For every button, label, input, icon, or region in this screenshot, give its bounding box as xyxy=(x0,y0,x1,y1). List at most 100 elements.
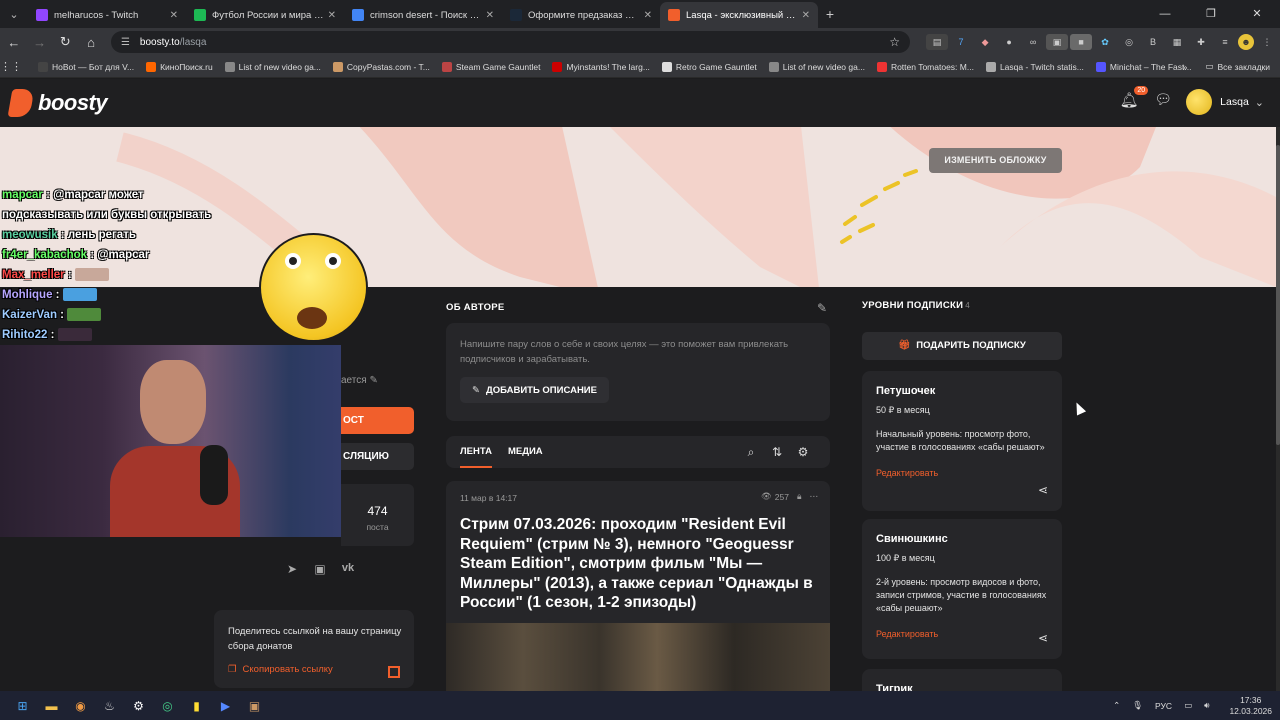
app-icon[interactable]: ▶ xyxy=(211,694,240,718)
tab-feed[interactable]: ЛЕНТА xyxy=(460,436,492,468)
tier-edit-link[interactable]: Редактировать xyxy=(876,468,1048,478)
messages-icon[interactable]: 💬︎ xyxy=(1152,91,1174,113)
tray-expand-icon[interactable]: ⌃ xyxy=(1113,700,1120,711)
bookmark-item[interactable]: HoBot — Бот для V... xyxy=(38,61,134,72)
all-bookmarks[interactable]: Все закладки xyxy=(1217,62,1270,72)
site-info-icon[interactable]: ☰ xyxy=(121,37,130,48)
browser-tab[interactable]: crimson desert - Поиск в Goog ✕ xyxy=(344,2,502,28)
profile-icon[interactable]: ☻ xyxy=(1238,34,1255,50)
bookmark-item[interactable]: Lasqa - Twitch statis... xyxy=(985,61,1084,72)
tab-media[interactable]: МЕДИА xyxy=(508,436,543,468)
subscription-tier-card[interactable]: Петушочек 50 ₽ в месяц Начальный уровень: … xyxy=(862,371,1062,511)
tab-close-icon[interactable]: ✕ xyxy=(170,10,178,21)
post-card[interactable]: 11 мар в 14:17 👁︎ 257 🔒︎ ⋯ Стрим 07.03.2… xyxy=(446,481,830,691)
reload-icon[interactable]: ↻ xyxy=(53,34,77,50)
page-scrollbar[interactable] xyxy=(1276,127,1280,691)
file-explorer-icon[interactable]: ▬ xyxy=(37,694,66,718)
extension-icon[interactable]: ■ xyxy=(1070,34,1093,50)
apps-icon[interactable]: ⋮⋮ xyxy=(0,60,28,73)
new-tab-button[interactable]: + xyxy=(818,6,842,22)
bookmark-item[interactable]: List of new video ga... xyxy=(224,61,321,72)
vk-icon[interactable]: vk xyxy=(334,562,362,576)
back-icon[interactable]: ← xyxy=(2,35,26,50)
post-menu-icon[interactable]: ⋯ xyxy=(810,491,819,502)
extension-icon[interactable]: ▤ xyxy=(926,34,949,50)
network-icon[interactable]: ▭ xyxy=(1184,700,1192,711)
close-window-icon[interactable]: ✕ xyxy=(1234,0,1280,28)
extension-icon[interactable]: ◎ xyxy=(1118,34,1140,50)
app-icon[interactable]: ▣ xyxy=(240,694,269,718)
user-avatar[interactable] xyxy=(1186,89,1213,115)
app-icon[interactable]: ◎ xyxy=(153,694,182,718)
tier-edit-link[interactable]: Редактировать xyxy=(876,629,1048,639)
bookmark-item[interactable]: КиноПоиск.ru xyxy=(146,61,213,72)
puzzle-icon[interactable]: ✚ xyxy=(1190,34,1212,50)
edit-profile-link[interactable]: ается ✎ xyxy=(341,375,378,386)
extension-icon[interactable]: B xyxy=(1142,34,1164,50)
home-icon[interactable]: ⌂ xyxy=(79,35,103,50)
address-bar[interactable]: ☰ boosty.to/lasqa ☆ xyxy=(110,31,911,53)
scrollbar-thumb[interactable] xyxy=(1276,145,1280,445)
tab-close-icon[interactable]: ✕ xyxy=(644,10,652,21)
username[interactable]: Lasqa xyxy=(1220,96,1249,108)
tab-close-icon[interactable]: ✕ xyxy=(328,10,336,21)
clock[interactable]: 17:36 12.03.2026 xyxy=(1229,695,1272,717)
extension-icon[interactable]: ✿ xyxy=(1094,34,1116,50)
sort-icon[interactable]: ⇅ xyxy=(764,445,790,460)
tab-close-icon[interactable]: ✕ xyxy=(802,10,810,21)
extension-icon[interactable]: ∞ xyxy=(1022,34,1044,50)
steam-icon[interactable]: ♨ xyxy=(95,694,124,718)
post-preview-image[interactable] xyxy=(446,623,830,691)
profile-avatar[interactable] xyxy=(259,233,368,342)
minimize-icon[interactable]: — xyxy=(1142,0,1188,28)
bookmark-item[interactable]: Steam Game Gauntlet xyxy=(441,61,540,72)
boosty-logo[interactable]: boosty xyxy=(7,89,108,117)
extension-icon[interactable]: ▦ xyxy=(1166,34,1188,50)
bookmark-item[interactable]: Myinstants! The larg... xyxy=(552,61,650,72)
chevron-down-icon[interactable]: ⌄ xyxy=(1255,96,1264,109)
share-icon[interactable]: ⋖ xyxy=(1038,483,1048,497)
bookmark-item[interactable]: Retro Game Gauntlet xyxy=(661,61,757,72)
bookmark-item[interactable]: Rotten Tomatoes: M... xyxy=(876,61,974,72)
edit-about-pencil-icon[interactable]: ✎ xyxy=(817,301,827,315)
windows-start-icon[interactable]: ⊞ xyxy=(8,694,37,718)
telegram-icon[interactable]: ➤ xyxy=(278,562,306,576)
notifications-bell-icon[interactable]: 🔔︎ 20 xyxy=(1118,86,1149,113)
filter-icon[interactable]: ⚙ xyxy=(790,445,816,460)
volume-icon[interactable]: 🔊︎ xyxy=(1204,700,1209,711)
qr-code-icon[interactable] xyxy=(388,666,400,678)
menu-kebab-icon[interactable]: ⋮ xyxy=(1256,34,1278,50)
extension-icon[interactable]: ● xyxy=(998,34,1020,50)
browser-tab[interactable]: Оформите предзаказ на Crims ✕ xyxy=(502,2,660,28)
post-title[interactable]: Стрим 07.03.2026: проходим "Resident Evi… xyxy=(460,515,820,613)
change-cover-button[interactable]: ИЗМЕНИТЬ ОБЛОЖКУ xyxy=(929,148,1062,173)
app-icon[interactable]: ⚙ xyxy=(124,694,153,718)
tab-close-icon[interactable]: ✕ xyxy=(486,10,494,21)
app-icon[interactable]: ▮ xyxy=(182,694,211,718)
language-indicator[interactable]: РУС xyxy=(1155,701,1172,711)
more-bookmarks-icon[interactable]: » xyxy=(1183,62,1188,72)
bookmark-item[interactable]: CopyPastas.com - T... xyxy=(332,61,430,72)
microphone-icon[interactable]: 🎙︎ xyxy=(1132,700,1143,711)
bookmark-star-icon[interactable]: ☆ xyxy=(889,35,900,49)
browser-tab[interactable]: melharucos - Twitch ✕ xyxy=(28,2,186,28)
extension-icon[interactable]: ◆ xyxy=(974,34,996,50)
start-stream-button[interactable]: СЛЯЦИЮ xyxy=(341,443,414,470)
gift-subscription-button[interactable]: 🎁︎ ПОДАРИТЬ ПОДПИСКУ xyxy=(862,332,1062,360)
extension-icon[interactable]: 7 xyxy=(950,34,972,50)
search-icon[interactable]: ⌕ xyxy=(738,445,764,460)
forward-icon[interactable]: → xyxy=(28,35,52,50)
chrome-icon[interactable]: ◉ xyxy=(66,694,95,718)
extension-icon[interactable]: ▣ xyxy=(1046,34,1069,50)
bookmark-item[interactable]: List of new video ga... xyxy=(768,61,865,72)
maximize-icon[interactable]: ❐ xyxy=(1188,0,1234,28)
twitch-icon[interactable]: ▣ xyxy=(306,562,334,576)
share-icon[interactable]: ⋖ xyxy=(1038,631,1048,645)
browser-tab[interactable]: Футбол России и мира 2026 - ✕ xyxy=(186,2,344,28)
tab-search-icon[interactable]: ⌄ xyxy=(0,0,28,28)
create-post-button[interactable]: ОСТ xyxy=(341,407,414,434)
add-description-button[interactable]: ✎ ДОБАВИТЬ ОПИСАНИЕ xyxy=(460,377,609,403)
browser-tab[interactable]: Lasqa - эксклюзивный контен ✕ xyxy=(660,2,818,28)
bookmark-item[interactable]: Minichat – The Fast... xyxy=(1095,61,1191,72)
subscription-tier-card[interactable]: Свинюшкинс 100 ₽ в месяц 2-й уровень: прос… xyxy=(862,519,1062,659)
